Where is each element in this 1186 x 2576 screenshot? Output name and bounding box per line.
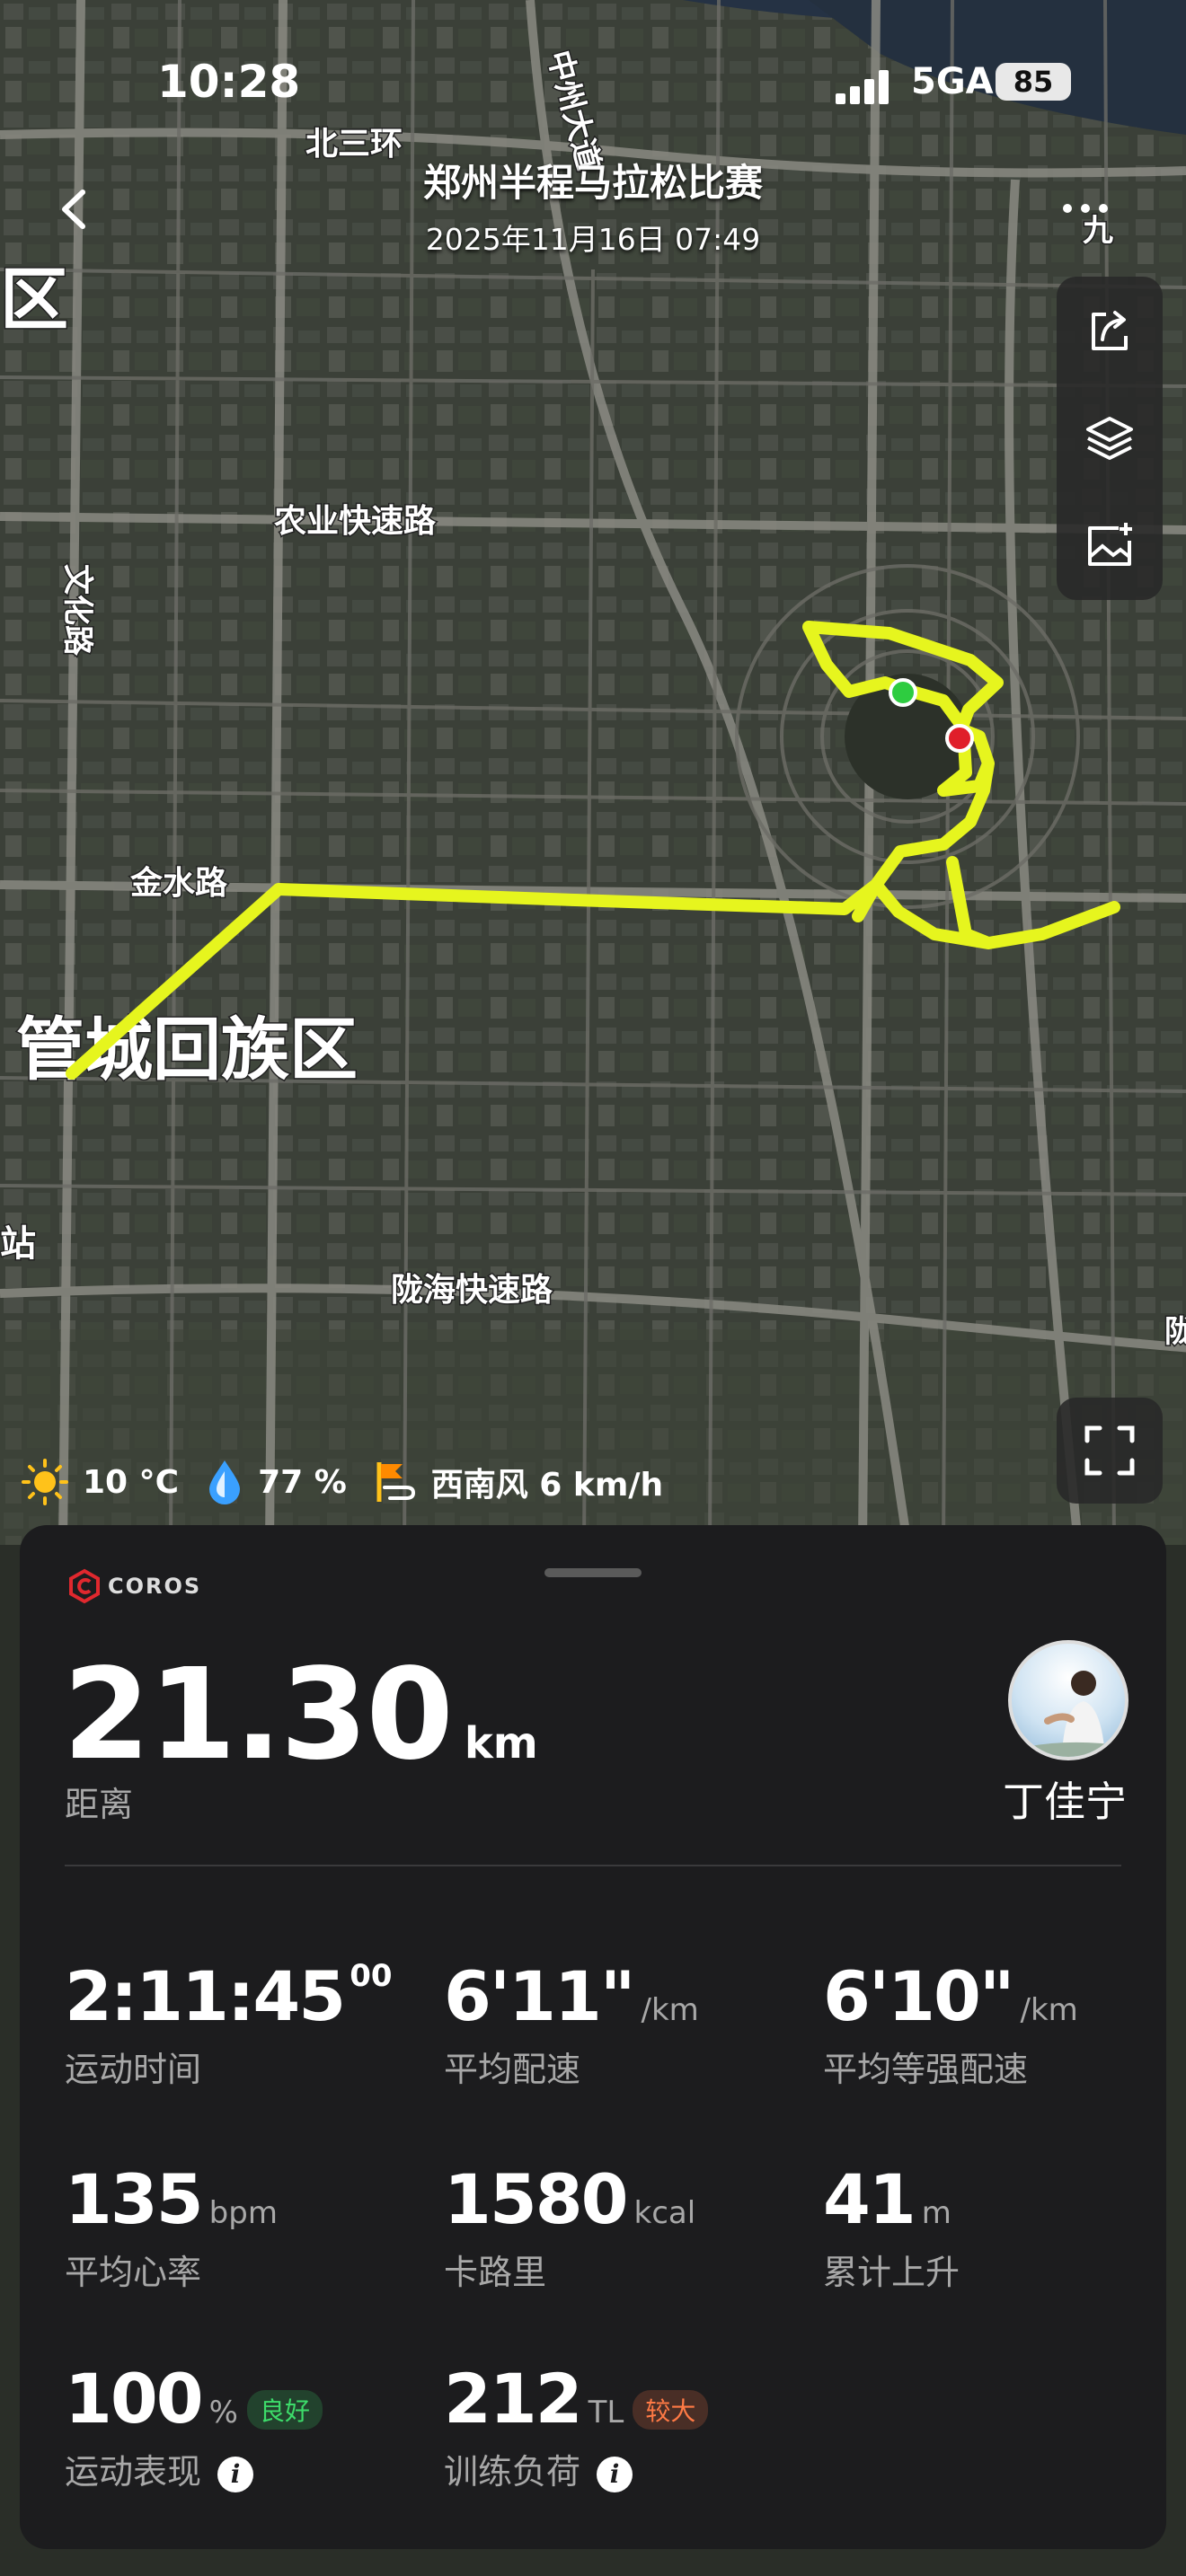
brand-name: COROS [108, 1574, 202, 1599]
add-photo-icon[interactable] [1083, 519, 1137, 573]
status-time: 10:28 [157, 56, 301, 108]
stat-label: 平均等强配速 [823, 2050, 1029, 2089]
activity-datetime: 2025年11月16日 07:49 [425, 222, 761, 257]
stat-label: 训练负荷 [444, 2452, 581, 2492]
sheet-drag-handle[interactable] [544, 1568, 642, 1577]
status-bar: 10:28 5GA 85 [0, 56, 1186, 119]
stat-grade-adjusted-pace: 6'10"/km 平均等强配速 [823, 1956, 1078, 2091]
stat-label: 卡路里 [444, 2253, 547, 2292]
stat-value: 2:11:45 [65, 1956, 346, 2036]
performance-badge: 良好 [246, 2389, 323, 2430]
user-photo [1012, 1671, 1125, 1757]
stat-value: 6'10" [823, 1956, 1015, 2036]
share-icon[interactable] [1083, 304, 1137, 357]
brand-logo: COROS [66, 1568, 201, 1604]
humidity-icon [209, 1460, 241, 1504]
map-label: 站 [0, 1223, 36, 1265]
map-label: 九 [1083, 213, 1113, 249]
weather-row: 10 °C 77 % 西南风 6 km/h [20, 1455, 688, 1509]
info-icon[interactable]: i [217, 2456, 254, 2492]
stat-duration: 2:11:45 00 运动时间 [65, 1956, 393, 2091]
stat-value: 135 [65, 2159, 204, 2239]
stat-value: 212 [444, 2359, 583, 2439]
distance-label: 距离 [65, 1785, 134, 1824]
stat-value: 100 [65, 2359, 204, 2439]
distance-value: 21.30 [63, 1642, 454, 1788]
info-icon[interactable]: i [597, 2456, 633, 2492]
signal-icon [836, 68, 898, 104]
fullscreen-icon [1084, 1425, 1135, 1476]
stat-superscript: 00 [350, 1958, 393, 1994]
map-label: 区 [0, 260, 68, 340]
start-marker [889, 678, 917, 707]
stat-unit: kcal [633, 2195, 696, 2231]
stat-avg-pace: 6'11"/km 平均配速 [444, 1956, 699, 2091]
fullscreen-button[interactable] [1057, 1398, 1163, 1504]
user-name[interactable]: 丁佳宁 [979, 1769, 1150, 1829]
avatar[interactable] [1008, 1640, 1128, 1760]
humidity-value: 77 % [258, 1463, 347, 1501]
stat-label: 平均心率 [65, 2253, 202, 2292]
map-label: 陇海快速路 [391, 1272, 553, 1309]
map-label: 农业快速路 [274, 503, 437, 540]
stat-value: 41 [823, 2159, 916, 2239]
stat-heart-rate: 135 bpm 平均心率 [65, 2159, 278, 2294]
end-marker [945, 724, 974, 753]
network-type: 5GA [911, 61, 994, 102]
activity-summary-sheet: COROS 21.30 km 距离 丁佳宁 2:11:45 00 运动时间 6'11… [20, 1525, 1166, 2549]
map-label: 金水路 [129, 864, 228, 902]
stat-unit: TL [588, 2395, 624, 2430]
training-load-badge: 较大 [633, 2389, 709, 2430]
stat-unit: bpm [208, 2195, 278, 2231]
divider [65, 1865, 1121, 1866]
wind-icon [376, 1462, 415, 1502]
sun-icon [22, 1459, 68, 1505]
stat-calories: 1580 kcal 卡路里 [444, 2159, 695, 2294]
temperature-value: 10 °C [83, 1463, 180, 1501]
more-icon[interactable] [1058, 199, 1112, 217]
stat-unit: /km [641, 1992, 699, 2028]
stat-elevation-gain: 41 m 累计上升 [823, 2159, 960, 2294]
map-label: 陇 [1164, 1314, 1186, 1350]
stat-performance: 100% 良好 运动表现 i [65, 2359, 323, 2493]
coros-logo-icon [69, 1568, 100, 1604]
stat-label: 平均配速 [444, 2050, 581, 2089]
back-button[interactable] [52, 187, 97, 232]
stat-value: 6'11" [444, 1956, 636, 2036]
stat-value: 1580 [444, 2159, 629, 2239]
wind-value: 西南风 6 km/h [430, 1467, 664, 1504]
map-label: 文化路 [59, 564, 95, 657]
stat-unit: m [921, 2195, 951, 2231]
map-toolbar [1057, 277, 1163, 600]
stat-training-load: 212 TL 较大 训练负荷 i [444, 2359, 709, 2493]
battery-icon: 85 [996, 63, 1071, 101]
distance-display: 21.30 km [63, 1642, 538, 1788]
activity-title: 郑州半程马拉松比赛 [422, 161, 763, 205]
stat-label: 运动表现 [65, 2452, 202, 2492]
stat-unit: % [208, 2395, 238, 2430]
distance-unit: km [464, 1718, 538, 1769]
layers-icon[interactable] [1083, 411, 1137, 465]
stat-label: 运动时间 [65, 2050, 202, 2089]
stat-label: 累计上升 [823, 2253, 960, 2292]
stat-unit: /km [1020, 1992, 1078, 2028]
